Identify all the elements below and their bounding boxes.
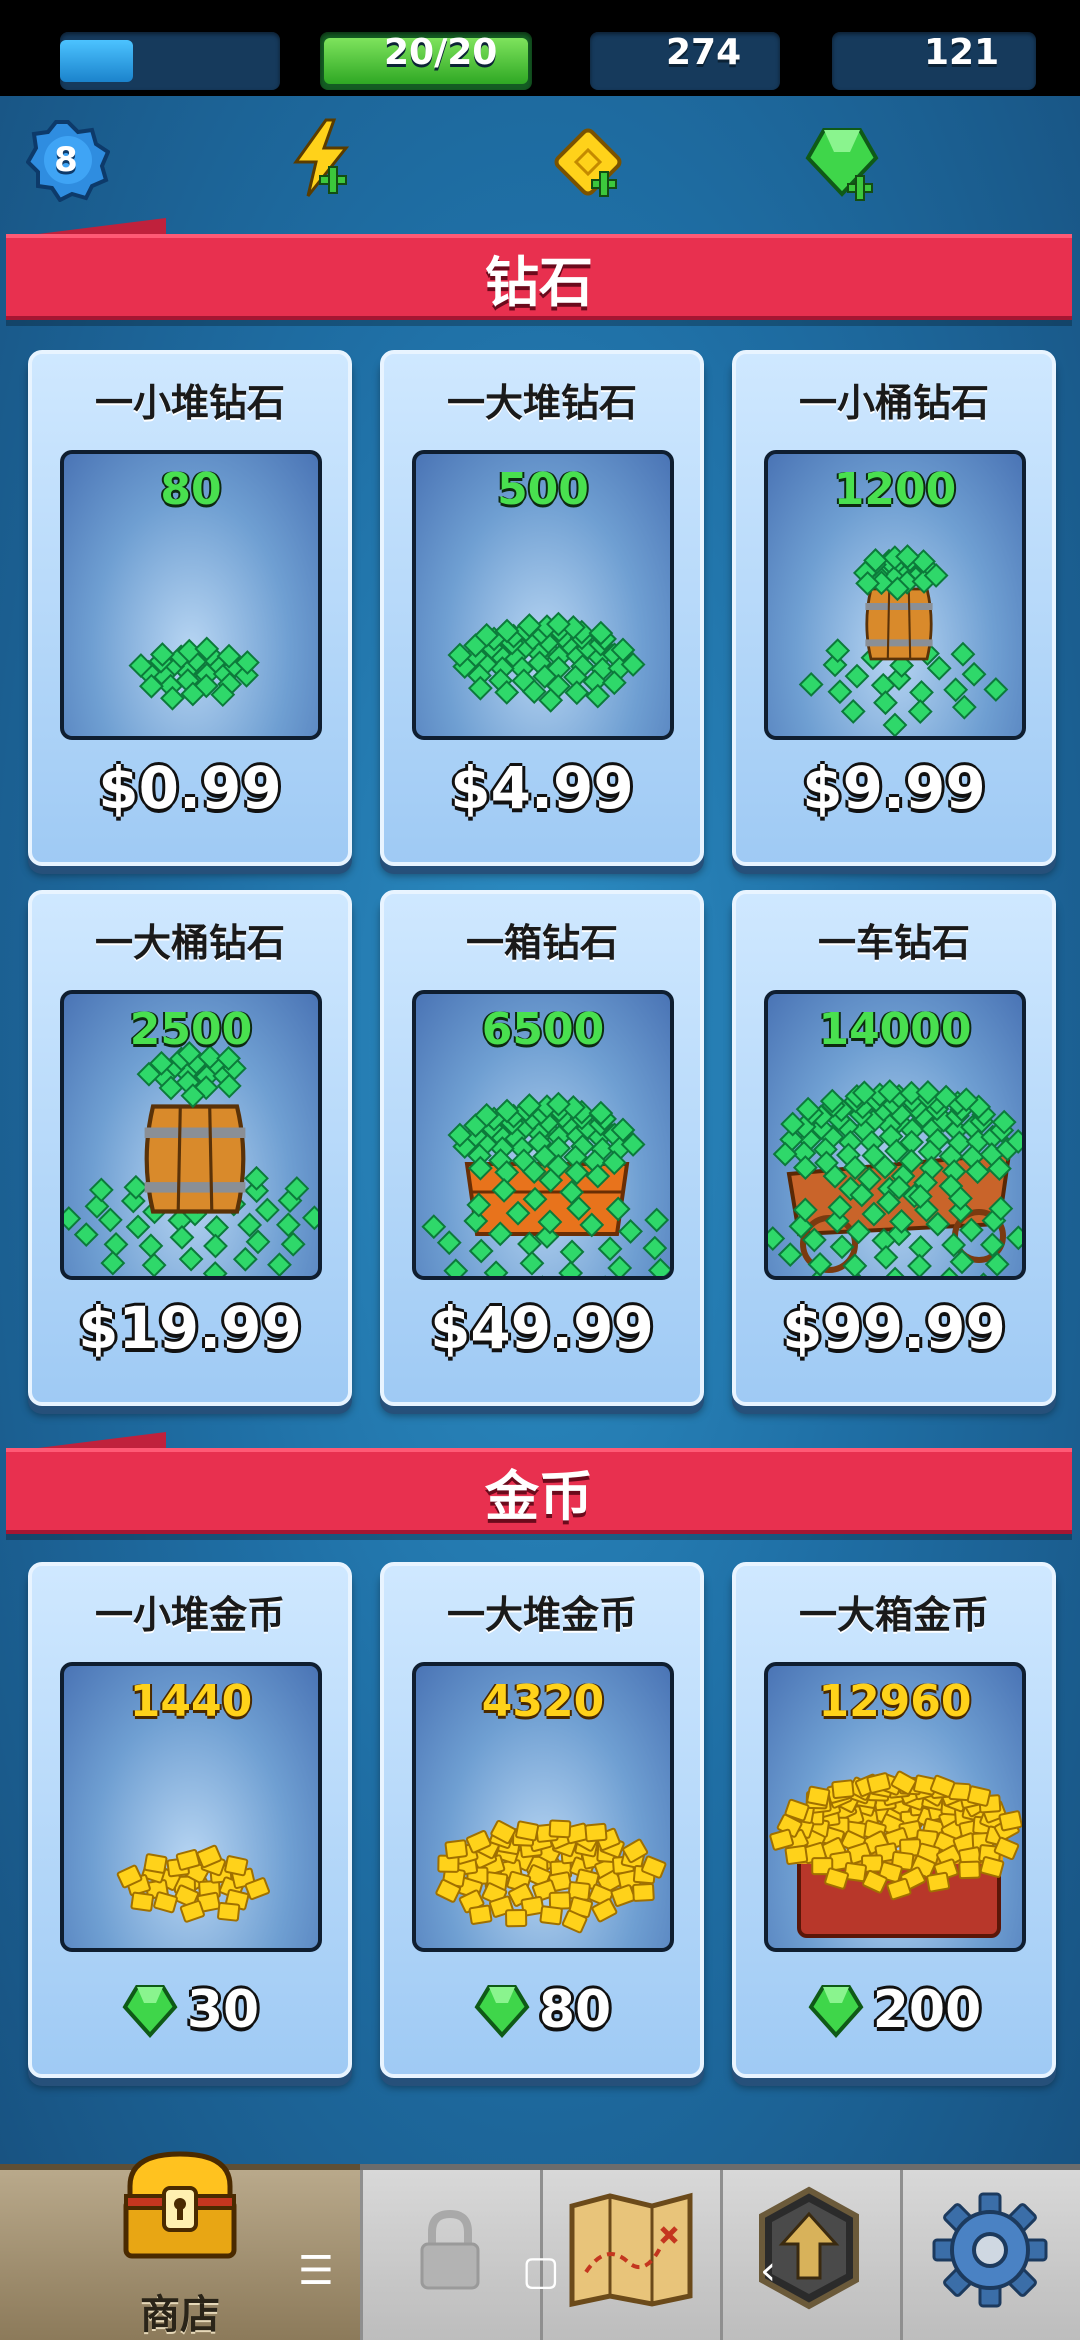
pack-title: 一小桶钻石 [798,381,989,425]
section-title-coins: 金币 [485,1465,593,1528]
pack-amount: 500 [497,464,589,515]
gem-pack-card[interactable]: 一箱钻石 6500 $49.99 [380,890,704,1406]
pack-title: 一小堆金币 [94,1593,285,1637]
pack-amount: 1440 [129,1676,253,1727]
lock-icon[interactable] [416,2208,484,2292]
pack-title: 一箱钻石 [465,921,618,965]
gem-icon[interactable] [802,122,882,202]
gem-bar: 121 [832,32,1036,90]
settings-gear-icon[interactable] [930,2190,1050,2310]
pack-image: 1200 [764,450,1026,740]
pack-amount: 12960 [818,1676,972,1727]
pack-image: 6500 [412,990,674,1280]
system-back-button[interactable]: ‹ [760,2248,776,2294]
energy-bar: 20/20 [320,32,532,90]
gem-icon [474,1985,530,2039]
coin-pack-card[interactable]: 一大堆金币 4320 80 [380,1562,704,2078]
pack-price-button[interactable]: $9.99 [736,754,1052,822]
pack-title: 一小堆钻石 [94,381,285,425]
gem-pack-card[interactable]: 一小堆钻石 80 $0.99 [28,350,352,866]
pack-title: 一大箱金币 [798,1593,989,1637]
level-progress-bar [60,32,280,90]
pack-amount: 6500 [481,1004,605,1055]
pack-image: 80 [60,450,322,740]
pack-title: 一大堆钻石 [446,381,637,425]
pack-cost: 80 [538,1980,612,2040]
level-number: 8 [54,140,78,180]
map-icon[interactable] [566,2192,696,2308]
pack-cost: 30 [186,1980,260,2040]
coin-pack-card[interactable]: 一小堆金币 1440 30 [28,1562,352,2078]
pack-title: 一大堆金币 [446,1593,637,1637]
pack-amount: 2500 [129,1004,253,1055]
coin-pack-card[interactable]: 一大箱金币 12960 200 [732,1562,1056,2078]
gem-icon [122,1985,178,2039]
pack-price-button[interactable]: $99.99 [736,1294,1052,1362]
pack-cost-button[interactable]: 80 [384,1978,700,2042]
gem-pack-card[interactable]: 一大桶钻石 2500 $19.99 [28,890,352,1406]
gem-pack-card[interactable]: 一车钻石 14000 $99.99 [732,890,1056,1406]
treasure-chest-icon[interactable] [116,2140,244,2268]
resource-bar [0,96,1080,216]
nav-divider [720,2170,723,2340]
section-title-gems: 钻石 [485,251,593,314]
nav-divider [360,2170,363,2340]
system-home-button[interactable]: ▢ [522,2248,560,2294]
pack-title: 一车钻石 [817,921,970,965]
pack-image: 4320 [412,1662,674,1952]
pack-price-button[interactable]: $0.99 [32,754,348,822]
gold-bar: 274 [590,32,780,90]
system-menu-button[interactable]: ☰ [298,2248,334,2294]
pack-cost: 200 [872,1980,982,2040]
section-header-gems: 钻石 [6,234,1072,320]
gem-value: 121 [924,32,1000,73]
nav-shop-label: 商店 [140,2292,220,2338]
pack-amount: 80 [160,464,222,515]
pack-price-button[interactable]: $4.99 [384,754,700,822]
pack-image: 12960 [764,1662,1026,1952]
pack-title: 一大桶钻石 [94,921,285,965]
pack-image: 1440 [60,1662,322,1952]
pack-image: 500 [412,450,674,740]
pack-amount: 1200 [833,464,957,515]
nav-divider [900,2170,903,2340]
gem-pack-card[interactable]: 一小桶钻石 1200 $9.99 [732,350,1056,866]
lightning-icon[interactable] [290,118,354,198]
pack-image: 14000 [764,990,1026,1280]
gold-value: 274 [666,32,742,73]
pack-price-button[interactable]: $49.99 [384,1294,700,1362]
pack-image: 2500 [60,990,322,1280]
gem-pack-card[interactable]: 一大堆钻石 500 $4.99 [380,350,704,866]
level-progress-fill [60,40,133,82]
section-header-coins: 金币 [6,1448,1072,1534]
pack-price-button[interactable]: $19.99 [32,1294,348,1362]
pack-amount: 4320 [481,1676,605,1727]
pack-amount: 14000 [818,1004,972,1055]
pack-cost-button[interactable]: 30 [32,1978,348,2042]
gold-coin-icon[interactable] [550,124,626,200]
gem-icon [808,1985,864,2039]
energy-value: 20/20 [384,32,498,73]
pack-cost-button[interactable]: 200 [736,1978,1052,2042]
